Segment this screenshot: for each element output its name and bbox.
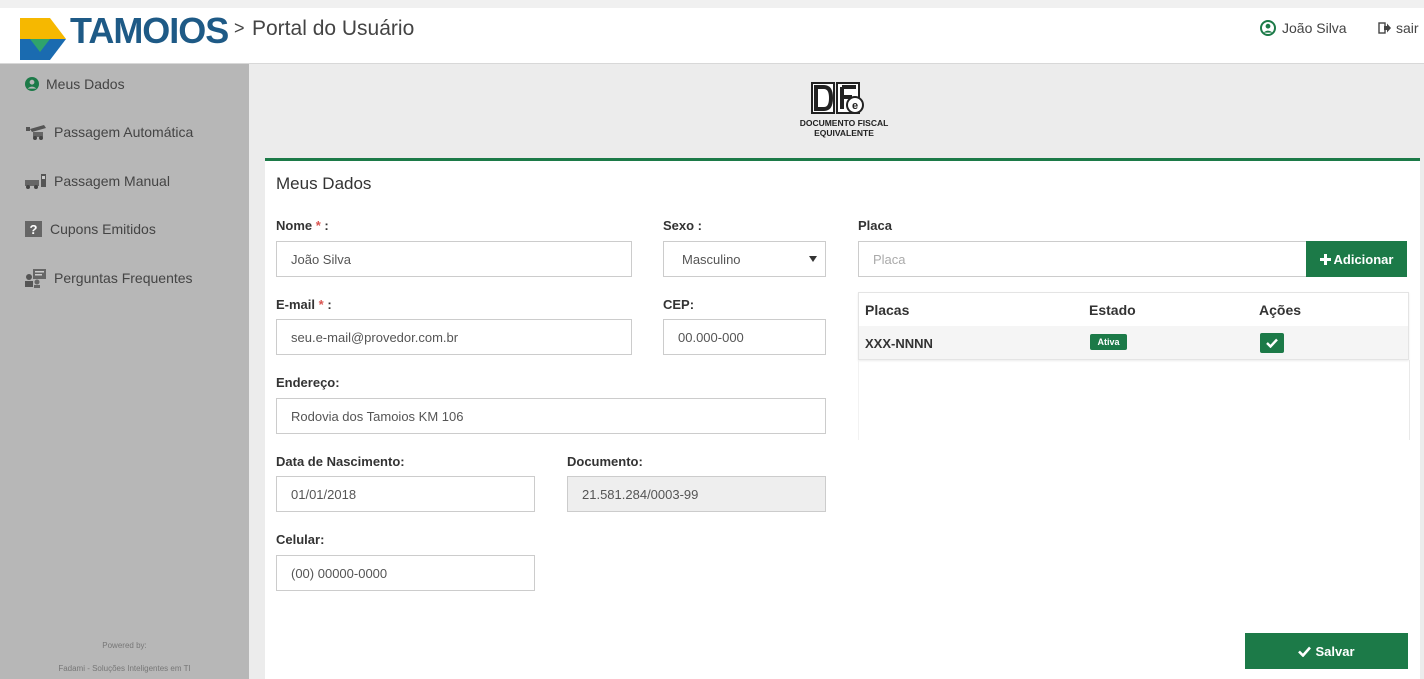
sexo-selected-value: Masculino	[682, 251, 741, 267]
required-suffix: :	[320, 218, 329, 233]
logout-link[interactable]: sair	[1378, 20, 1419, 36]
endereco-label: Endereço:	[276, 375, 340, 390]
endereco-input[interactable]: Rodovia dos Tamoios KM 106	[276, 398, 826, 434]
check-icon	[1266, 338, 1278, 348]
add-placa-label: Adicionar	[1333, 251, 1394, 267]
dfe-logo-icon: e DOCUMENTO FISCAL EQUIVALENTE	[800, 82, 889, 138]
chevron-down-icon	[809, 256, 817, 262]
cep-label: CEP:	[663, 297, 695, 312]
dfe-logo-line1: DOCUMENTO FISCAL	[800, 118, 889, 128]
placa-input[interactable]: Placa	[858, 241, 1307, 277]
page-title: Portal do Usuário	[252, 17, 415, 40]
sidebar	[0, 64, 249, 679]
sign-out-icon	[1378, 22, 1391, 34]
logout-label: sair	[1396, 20, 1419, 36]
divider	[858, 360, 859, 440]
sexo-label: Sexo :	[663, 218, 703, 233]
placa-placeholder: Placa	[873, 251, 906, 267]
sidebar-item-label: Cupons Emitidos	[50, 221, 156, 237]
celular-label: Celular:	[276, 532, 325, 547]
plus-icon	[1319, 253, 1331, 265]
panel-title: Meus Dados	[276, 174, 372, 193]
check-icon	[1298, 646, 1312, 657]
sidebar-item-cupons-emitidos[interactable]: ? Cupons Emitidos	[24, 220, 156, 238]
user-circle-icon	[1260, 20, 1276, 36]
user-menu[interactable]: João Silva	[1260, 20, 1347, 36]
dfe-logo-line2: EQUIVALENTE	[814, 128, 874, 138]
email-label-text: E-mail	[276, 297, 316, 312]
add-placa-button[interactable]: Adicionar	[1306, 241, 1407, 277]
sidebar-item-label: Perguntas Frequentes	[54, 270, 193, 286]
sidebar-item-meus-dados[interactable]: Meus Dados	[24, 76, 125, 92]
save-button[interactable]: Salvar	[1245, 633, 1408, 669]
nascimento-label: Data de Nascimento:	[276, 454, 405, 469]
car-pass-manual-icon	[25, 174, 46, 189]
user-circle-icon	[25, 77, 39, 91]
documento-input: 21.581.284/0003-99	[567, 476, 826, 512]
svg-text:e: e	[852, 100, 858, 112]
powered-by-company: Fadami - Soluções Inteligentes em TI	[58, 664, 191, 673]
table-header-placas: Placas	[865, 302, 910, 318]
sidebar-item-label: Passagem Automática	[54, 124, 194, 140]
divider	[1409, 360, 1410, 440]
sexo-select[interactable]: Masculino	[663, 241, 826, 277]
table-cell-placa: XXX-NNNN	[865, 336, 933, 351]
sidebar-item-label: Meus Dados	[46, 76, 125, 92]
nome-label-text: Nome	[276, 218, 313, 233]
table-row	[859, 326, 1408, 359]
car-pass-automatic-icon	[26, 125, 46, 140]
celular-input[interactable]: (00) 00000-0000	[276, 555, 535, 591]
cep-input[interactable]: 00.000-000	[663, 319, 826, 355]
required-suffix: :	[323, 297, 332, 312]
documento-label: Documento:	[567, 454, 643, 469]
sidebar-item-label: Passagem Manual	[54, 173, 170, 189]
nascimento-input[interactable]: 01/01/2018	[276, 476, 535, 512]
confirm-placa-button[interactable]	[1260, 333, 1284, 353]
email-label: E-mail * :	[276, 297, 332, 312]
status-badge: Ativa	[1090, 334, 1127, 350]
nome-label: Nome * :	[276, 218, 329, 233]
brand-name[interactable]: TAMOIOS	[70, 11, 229, 51]
sidebar-item-passagem-manual[interactable]: Passagem Manual	[24, 172, 170, 190]
table-header-acoes: Ações	[1259, 302, 1302, 318]
breadcrumb-separator: >	[234, 18, 245, 38]
nome-input[interactable]: João Silva	[276, 241, 632, 277]
save-label: Salvar	[1315, 643, 1355, 659]
powered-by-label: Powered by:	[102, 641, 147, 650]
email-input[interactable]: seu.e-mail@provedor.com.br	[276, 319, 632, 355]
sidebar-item-perguntas-frequentes[interactable]: Perguntas Frequentes	[24, 268, 193, 288]
question-box-icon: ?	[25, 221, 42, 237]
sidebar-item-passagem-automatica[interactable]: Passagem Automática	[24, 123, 193, 141]
user-name: João Silva	[1282, 20, 1347, 36]
svg-text:?: ?	[30, 222, 38, 237]
placa-label: Placa	[858, 218, 892, 233]
table-header-estado: Estado	[1089, 302, 1136, 318]
faq-people-icon	[25, 269, 46, 288]
tamoios-logo-icon	[20, 18, 66, 60]
